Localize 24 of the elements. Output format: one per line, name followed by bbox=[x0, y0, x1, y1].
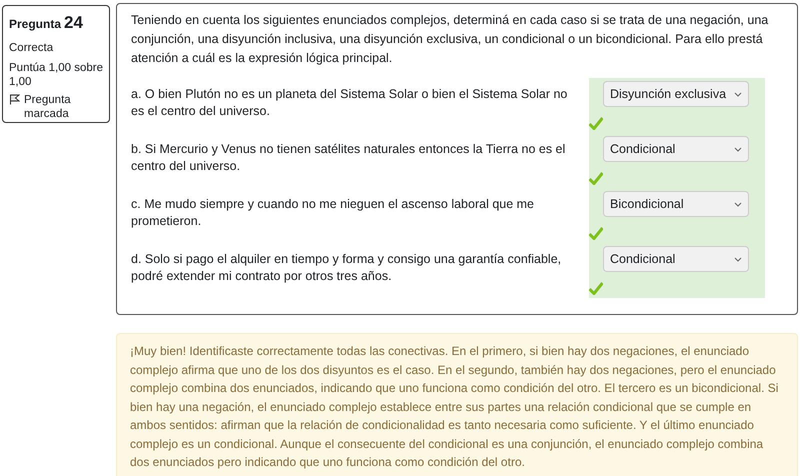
question-number: 24 bbox=[64, 12, 83, 34]
flag-icon bbox=[9, 94, 20, 105]
check-icon bbox=[589, 117, 603, 130]
chevron-down-icon bbox=[734, 202, 742, 206]
question-label: Pregunta bbox=[9, 16, 62, 33]
question-status: Correcta bbox=[9, 40, 54, 56]
statement-text: d. Solo si pago el alquiler en tiempo y forma y consigo una garantía confiable, podré extender mi contrato por otros tres años. bbox=[131, 251, 562, 285]
chevron-down-icon bbox=[734, 256, 742, 262]
flag-toggle[interactable]: Pregunta marcada bbox=[9, 92, 103, 121]
feedback-text: ¡Muy bien! Identificaste correctamente todas las conectivas. En el primero, si bien hay dos negaciones, el enunciado complejo afirma que uno de los dos disyuntos es el caso. En el segundo, también hay dos negaciones, pero el enunciado complejo combina dos enunciados, indicando que uno funciona como condición del otro. El tercero es un bicondicional. Si bien hay una negación, el enunciado complejo establece entre sus partes una relación condicional que se cumple en ambos sentidos: afirman que la relación de condicionalidad es tanto necesaria como suficiente. Y el último enunciado complejo es un condicional. Aunque el consecuente del condicional es una conjunción, el enunciado complejo combina dos enunciados pero indicando que uno funciona como condición del otro. bbox=[130, 343, 780, 471]
statement-text: b. Si Mercurio y Venus no tienen satélites naturales entonces la Tierra no es el centro del universo. bbox=[131, 141, 566, 175]
question-score: Puntúa 1,00 sobre 1,00 bbox=[9, 60, 103, 89]
chevron-down-icon bbox=[734, 146, 742, 152]
answer-dropdown[interactable]: Condicional bbox=[603, 246, 749, 272]
check-icon bbox=[589, 227, 603, 240]
answer-dropdown[interactable]: Condicional bbox=[603, 136, 749, 162]
answer-dropdown[interactable]: Bicondicional bbox=[603, 191, 749, 217]
statement-text: a. O bien Plutón no es un planeta del Sistema Solar o bien el Sistema Solar no es el centro del universo. bbox=[131, 86, 568, 120]
statement-text: c. Me mudo siempre y cuando no me nieguen el ascenso laboral que me prometieron. bbox=[131, 196, 536, 230]
check-icon bbox=[589, 282, 603, 295]
answer-dropdown[interactable]: Disyunción exclusiva bbox=[603, 81, 749, 107]
check-icon bbox=[589, 172, 603, 185]
question-prompt: Teniendo en cuenta los siguientes enunciados complejos, determiná en cada caso si se trata de una negación, una conjunción, una disyunción inclusiva, una disyunción exclusiva, un condicional o un bicondicional. Para ello prestá atención a cuál es la expresión lógica principal. bbox=[131, 12, 770, 67]
chevron-down-icon bbox=[734, 92, 742, 96]
